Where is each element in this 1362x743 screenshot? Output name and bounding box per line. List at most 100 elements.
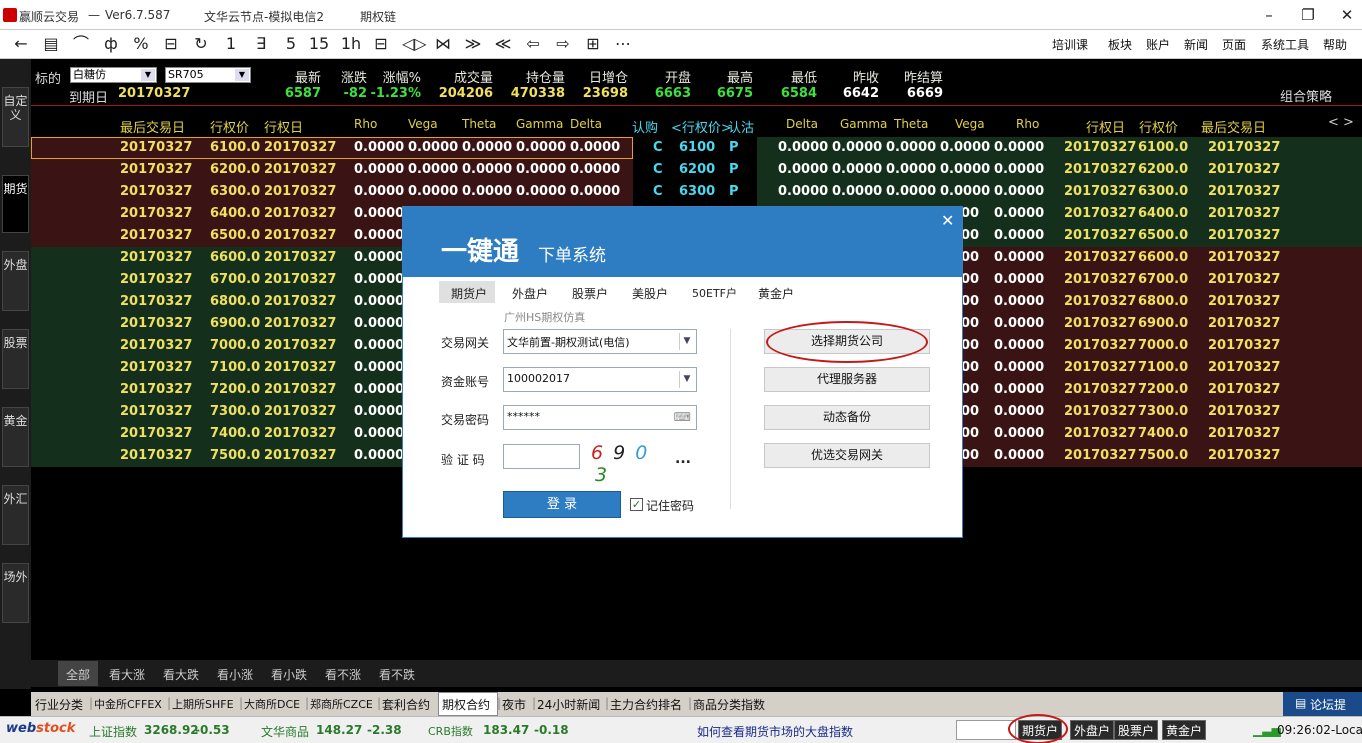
greek-value: 0.0000 [994, 360, 1045, 375]
account-button[interactable]: 黄金户 [1162, 720, 1207, 740]
left-tab-otc[interactable]: 场外 [2, 563, 29, 623]
menu-help[interactable]: 帮助 [1323, 36, 1347, 53]
period-day-button[interactable]: ⊟ [370, 34, 392, 54]
keyboard-icon[interactable]: ⌨ [674, 410, 691, 424]
index-name[interactable]: CRB指数 [428, 723, 473, 739]
refresh-icon[interactable]: ↻ [190, 34, 212, 54]
strike-price: 6500.0 [210, 228, 261, 243]
dialog-tab-us-stocks[interactable]: 美股户 [632, 285, 668, 302]
greek-value: 0.0000 [994, 316, 1045, 331]
menu-news[interactable]: 新闻 [1184, 36, 1208, 53]
menu-training[interactable]: 培训课 [1052, 36, 1088, 53]
arrow-left-outline-icon[interactable]: ⇦ [522, 34, 544, 54]
captcha-refresh[interactable]: ... [675, 451, 691, 467]
line-chart-icon[interactable]: ⌒ [70, 34, 92, 54]
category-tab[interactable]: 行业分类 [35, 696, 83, 713]
period-5-button[interactable]: 5 [280, 34, 302, 54]
dialog-tab-foreign[interactable]: 外盘户 [512, 285, 548, 302]
contract-select[interactable]: SR705 ▼ [165, 67, 251, 83]
last-trade-date: 20170327 [1208, 162, 1281, 177]
arrow-left-icon[interactable]: ← [10, 34, 32, 54]
category-tab[interactable]: 期权合约 [442, 696, 490, 713]
chevron-double-down-icon[interactable]: ≫ [462, 34, 484, 54]
index-name[interactable]: 文华商品 [261, 723, 309, 740]
dialog-tab-gold[interactable]: 黄金户 [758, 285, 794, 302]
account-button[interactable]: 外盘户 [1070, 720, 1115, 740]
more-icon[interactable]: ⋯ [612, 34, 634, 54]
left-tab-foreign[interactable]: 外盘 [2, 251, 29, 311]
close-button[interactable]: ✕ [1334, 4, 1360, 26]
category-tab[interactable]: 郑商所CZCE [310, 696, 373, 712]
news-ticker[interactable]: 如何查看期货市场的大盘指数 [697, 723, 853, 740]
filter-tab[interactable]: 看小涨 [217, 666, 253, 683]
category-tab[interactable]: 套利合约 [382, 696, 430, 713]
minimize-button[interactable]: – [1256, 4, 1282, 26]
captcha-image[interactable]: 6 9 0 3 [591, 442, 663, 486]
scroll-arrows[interactable]: < > [1328, 115, 1354, 130]
index-name[interactable]: 上证指数 [89, 723, 137, 740]
left-tab-custom[interactable]: 自定义 [2, 87, 29, 147]
restore-button[interactable]: ❐ [1295, 4, 1321, 26]
cross-icon[interactable]: ⋈ [432, 34, 454, 54]
list-icon[interactable]: ▤ [40, 34, 62, 54]
exercise-date: 20170327 [264, 250, 337, 265]
category-tab[interactable]: 大商所DCE [244, 696, 300, 712]
period-3-button[interactable]: ∃ [250, 34, 272, 54]
filter-tab[interactable]: 看不跌 [379, 666, 415, 683]
period-1-button[interactable]: 1 [220, 34, 242, 54]
preferred-gateway-button[interactable]: 优选交易网关 [764, 443, 930, 468]
left-tab-forex[interactable]: 外汇 [2, 485, 29, 545]
filter-tab[interactable]: 看大跌 [163, 666, 199, 683]
left-tab-stocks[interactable]: 股票 [2, 329, 29, 389]
chevron-double-up-icon[interactable]: ≪ [492, 34, 514, 54]
account-button[interactable]: 股票户 [1114, 720, 1159, 740]
table-row[interactable]: 20170327 6300.0 20170327 0.0000 0.0000 0.0000… [31, 181, 1362, 203]
account-select[interactable]: 100002017 ▼ [503, 367, 697, 392]
greek-value: 0.0000 [994, 338, 1045, 353]
password-input[interactable]: ****** ⌨ [503, 405, 697, 430]
gateway-select[interactable]: 文华前置-期权测试(电信) ▼ [503, 329, 697, 354]
dialog-tab-futures[interactable]: 期货户 [451, 285, 487, 302]
filter-tab[interactable]: 全部 [66, 666, 90, 683]
dialog-close-icon[interactable]: ✕ [941, 211, 954, 230]
strategy-link[interactable]: 组合策略 [1280, 86, 1332, 105]
left-tab-futures[interactable]: 期货 [2, 175, 29, 233]
forum-link[interactable]: 论坛提 [1310, 696, 1346, 713]
table-row[interactable]: 20170327 6100.0 20170327 0.0000 0.0000 0.0000… [31, 137, 1362, 159]
menu-system-tools[interactable]: 系统工具 [1261, 36, 1309, 53]
captcha-input[interactable] [503, 444, 580, 469]
target-select[interactable]: 白糖仿 ▼ [70, 67, 157, 83]
arrow-right-outline-icon[interactable]: ⇨ [552, 34, 574, 54]
menu-sectors[interactable]: 板块 [1108, 36, 1132, 53]
category-tab[interactable]: 中金所CFFEX [94, 696, 162, 712]
category-tab[interactable]: 夜市 [502, 696, 526, 713]
menu-page[interactable]: 页面 [1222, 36, 1246, 53]
login-button[interactable]: 登 录 [503, 491, 621, 518]
save-icon[interactable]: ⊟ [160, 34, 182, 54]
left-tab-gold[interactable]: 黄金 [2, 407, 29, 467]
remember-checkbox[interactable]: ✓ [630, 498, 643, 511]
status-input[interactable] [956, 720, 1016, 740]
category-tab[interactable]: 24小时新闻 [537, 696, 600, 713]
dialog-tab-50etf[interactable]: 50ETF户 [692, 285, 737, 301]
category-tab[interactable]: 上期所SHFE [172, 696, 234, 712]
category-tab[interactable]: 主力合约排名 [610, 696, 682, 713]
dynamic-backup-button[interactable]: 动态备份 [764, 405, 930, 430]
filter-tab[interactable]: 看大涨 [109, 666, 145, 683]
quote-value: 6642 [842, 86, 879, 101]
filter-tab[interactable]: 看不涨 [325, 666, 361, 683]
category-tab[interactable]: 商品分类指数 [693, 696, 765, 713]
period-1h-button[interactable]: 1h [340, 34, 362, 54]
greek-value-partial: 00 [961, 338, 980, 353]
dialog-tab-stocks[interactable]: 股票户 [572, 285, 608, 302]
period-15-button[interactable]: 15 [308, 34, 330, 54]
strike-price: 6400.0 [210, 206, 261, 221]
formula-icon[interactable]: % [130, 34, 152, 54]
split-icon[interactable]: ◁▷ [402, 34, 427, 54]
filter-tab[interactable]: 看小跌 [271, 666, 307, 683]
table-row[interactable]: 20170327 6200.0 20170327 0.0000 0.0000 0.0000… [31, 159, 1362, 181]
proxy-server-button[interactable]: 代理服务器 [764, 367, 930, 392]
grid-icon[interactable]: ⊞ [582, 34, 604, 54]
menu-account[interactable]: 账户 [1146, 36, 1170, 53]
candle-icon[interactable]: ф [100, 34, 122, 54]
